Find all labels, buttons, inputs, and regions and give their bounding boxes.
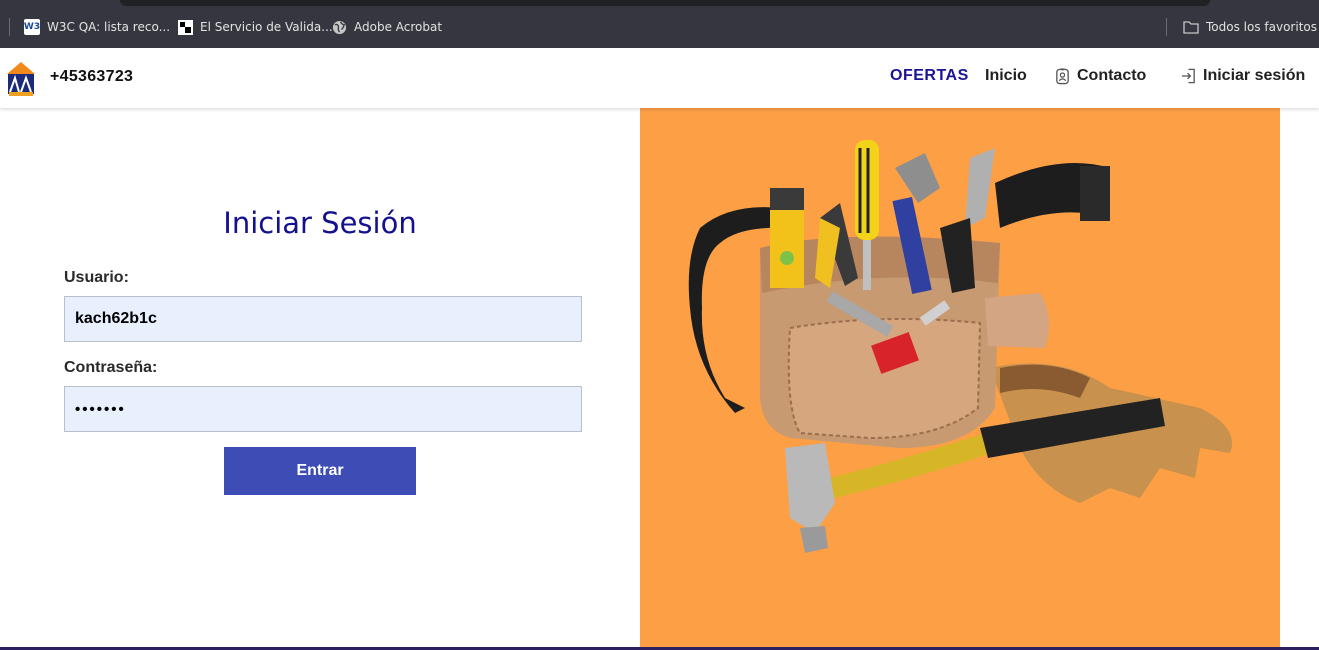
bookmark-acrobat[interactable]: Adobe Acrobat [332,17,442,37]
password-input[interactable]: ••••••• [64,386,582,432]
folder-icon [1183,21,1199,34]
validator-icon [178,19,193,35]
tool-belt-illustration [688,140,1232,553]
globe-icon [332,20,347,34]
nav-ofertas-label: OFERTAS [890,67,969,84]
submit-button[interactable]: Entrar [224,447,416,495]
all-bookmarks-label: Todos los favoritos [1206,20,1317,34]
bookmark-validator[interactable]: El Servicio de Valida... [178,17,333,37]
hero-image-panel [640,108,1280,648]
contact-card-icon [1056,68,1069,85]
browser-bookmarks-bar: W3 W3C QA: lista reco... El Servicio de … [0,0,1319,48]
site-navbar: +45363723 OFERTAS Inicio Contacto Inicia… [0,48,1319,108]
login-title: Iniciar Sesión [223,206,417,240]
bookmark-label: W3C QA: lista reco... [47,20,171,34]
nav-contacto-label: Contacto [1077,67,1147,84]
bookmark-w3c[interactable]: W3 W3C QA: lista reco... [24,17,170,37]
bookmark-label: Adobe Acrobat [354,20,443,34]
nav-contacto[interactable]: Contacto [1054,67,1146,85]
bookmark-separator [9,18,10,36]
bookmark-separator [1166,18,1167,36]
phone-number: +45363723 [50,68,134,85]
nav-inicio-label: Inicio [985,67,1027,84]
nav-inicio[interactable]: Inicio [985,67,1027,85]
bookmark-label: El Servicio de Valida... [200,20,333,34]
nav-login-label: Iniciar sesión [1203,67,1306,84]
all-bookmarks-button[interactable]: Todos los favoritos [1183,17,1317,37]
w3c-icon: W3 [24,19,40,35]
login-icon [1181,68,1195,84]
username-label: Usuario: [64,269,129,286]
company-logo[interactable] [5,58,37,98]
nav-ofertas[interactable]: OFERTAS [890,67,969,85]
username-input[interactable]: kach62b1c [64,296,582,342]
password-label: Contraseña: [64,359,158,376]
browser-address-strip [120,0,1210,6]
nav-login[interactable]: Iniciar sesión [1180,67,1305,85]
